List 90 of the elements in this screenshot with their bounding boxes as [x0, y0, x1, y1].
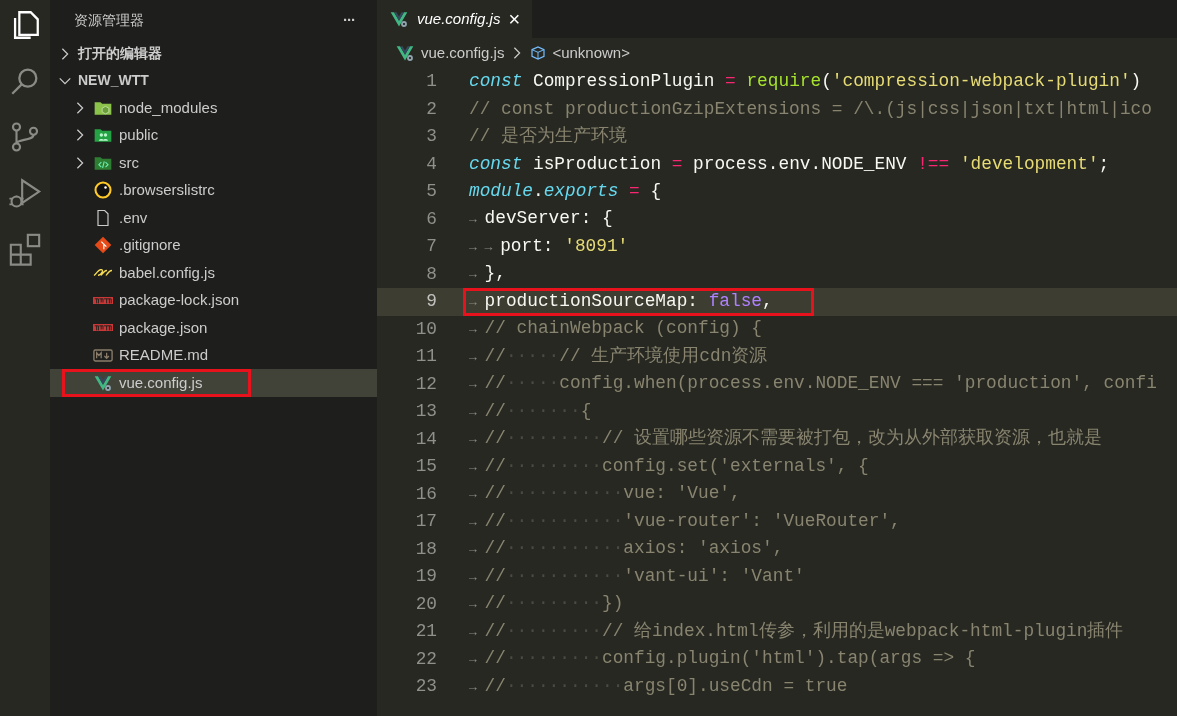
line-number: 2: [425, 97, 438, 121]
file-tree-item[interactable]: src: [50, 149, 377, 177]
code-line: → //···········axios: 'axios',: [469, 538, 784, 561]
breadcrumb-item[interactable]: <unknown>: [552, 41, 630, 65]
code-line: → //···········'vant-ui': 'Vant': [469, 565, 805, 588]
file-name: public: [119, 125, 159, 145]
extensions-icon[interactable]: [8, 232, 42, 266]
file-name: .browserslistrc: [119, 180, 215, 200]
code-line: → //·········config.set('externals', {: [469, 455, 869, 478]
line-number: 7: [425, 235, 438, 258]
code-line: → //·····config.when(process.env.NODE_ENV === 'production', confi: [469, 373, 1157, 396]
code-line: → devServer: {: [469, 208, 613, 231]
line-number: 16: [414, 482, 438, 506]
code-line: → //···········vue: 'Vue',: [469, 483, 741, 506]
line-number: 18: [414, 537, 438, 561]
line-number: 14: [414, 427, 438, 451]
code-line: const CompressionPlugin = require('compression-webpack-plugin'): [469, 71, 1142, 93]
code-line: → //·········// 给index.html传参，利用的是webpack-html-plugin插件: [469, 620, 1124, 643]
more-actions-button[interactable]: ···: [343, 8, 355, 32]
line-number: 20: [414, 592, 438, 616]
editor-tab[interactable]: vue.config.js ×: [377, 0, 533, 38]
line-number: 1: [425, 70, 438, 93]
file-tree-item[interactable]: .env: [50, 204, 377, 232]
line-number: 3: [425, 125, 438, 148]
file-name: .env: [119, 207, 148, 228]
markdown-icon: [93, 348, 113, 362]
line-number: 6: [425, 207, 438, 231]
explorer-section-header[interactable]: 打开的编辑器: [50, 40, 377, 67]
file-name: package.json: [119, 317, 208, 338]
code-line: // 是否为生产环境: [469, 126, 627, 148]
file-tree-item[interactable]: package-lock.json: [50, 286, 377, 314]
line-number: 23: [414, 675, 438, 698]
code-line: → //·········config.plugin('html').tap(args => {: [469, 648, 976, 671]
explorer-section-header[interactable]: NEW_WTT: [50, 67, 377, 94]
line-number: 19: [414, 565, 438, 588]
babel-icon: [93, 269, 113, 277]
line-number: 8: [425, 262, 438, 286]
code-line: → //·········}): [469, 593, 624, 616]
line-number: 21: [414, 620, 438, 643]
file-name: package-lock.json: [119, 290, 240, 310]
line-number: 11: [414, 345, 438, 368]
line-number: 17: [414, 510, 438, 533]
file-tree-item[interactable]: public: [50, 121, 377, 149]
line-number: 12: [414, 372, 438, 396]
line-number: 9: [425, 290, 438, 313]
file-tree-item[interactable]: package.json: [50, 314, 377, 342]
explorer-section-title: NEW_WTT: [78, 71, 149, 90]
code-line: module.exports = {: [469, 181, 662, 203]
code-line: → //·······{: [469, 400, 592, 423]
symbol-icon: [530, 45, 547, 61]
code-line: const isProduction = process.env.NODE_ENV !== 'development';: [469, 153, 1110, 175]
code-line: → → port: '8091': [469, 235, 629, 258]
file-tree-item[interactable]: .browserslistrc: [50, 176, 377, 204]
code-line: // const productionGzipExtensions = /\.(js|css|json|txt|html|ico: [469, 98, 1152, 120]
explorer-section-title: 打开的编辑器: [78, 44, 162, 63]
line-number: 22: [414, 647, 438, 671]
run-debug-icon[interactable]: [8, 176, 42, 210]
npm-icon: [93, 296, 113, 304]
file-name: .gitignore: [119, 235, 181, 255]
file-name: src: [119, 152, 139, 173]
code-line: → //···········'vue-router': 'VueRouter',: [469, 510, 901, 533]
file-name: vue.config.js: [119, 372, 203, 393]
code-line: → productionSourceMap: false,: [469, 290, 773, 313]
circle-face-icon: [93, 180, 113, 201]
git-icon: [93, 235, 113, 256]
close-icon[interactable]: ×: [508, 9, 521, 29]
code-line: → },: [469, 263, 506, 286]
file-name: babel.config.js: [119, 262, 215, 283]
file-tree-item[interactable]: vue.config.js: [50, 369, 377, 397]
vue-gear-icon: [389, 9, 409, 29]
code-line: → //·········// 设置哪些资源不需要被打包，改为从外部获取资源，也就是: [469, 428, 1102, 451]
file-tree-item[interactable]: README.md: [50, 341, 377, 369]
code-line: → //·····// 生产环境使用cdn资源: [469, 345, 768, 368]
file-name: node_modules: [119, 97, 218, 118]
line-number: 15: [414, 455, 438, 478]
npm-icon: [93, 324, 113, 332]
file-tree-item[interactable]: node_modules: [50, 94, 377, 122]
line-number: 13: [414, 400, 438, 423]
file-tree-item[interactable]: .gitignore: [50, 231, 377, 259]
code-line: → //···········args[0].useCdn = true: [469, 675, 848, 698]
line-number: 5: [425, 180, 438, 203]
code-line: → // chainWebpack (config) {: [469, 318, 763, 341]
line-number: 10: [414, 317, 438, 341]
breadcrumb-item[interactable]: vue.config.js: [421, 41, 505, 65]
vue-gear-icon: [395, 43, 415, 63]
line-number: 4: [425, 152, 438, 176]
file-name: README.md: [119, 345, 209, 365]
tab-label: vue.config.js: [417, 8, 501, 29]
explorer-title: 资源管理器: [74, 10, 144, 30]
file-tree-item[interactable]: babel.config.js: [50, 259, 377, 287]
